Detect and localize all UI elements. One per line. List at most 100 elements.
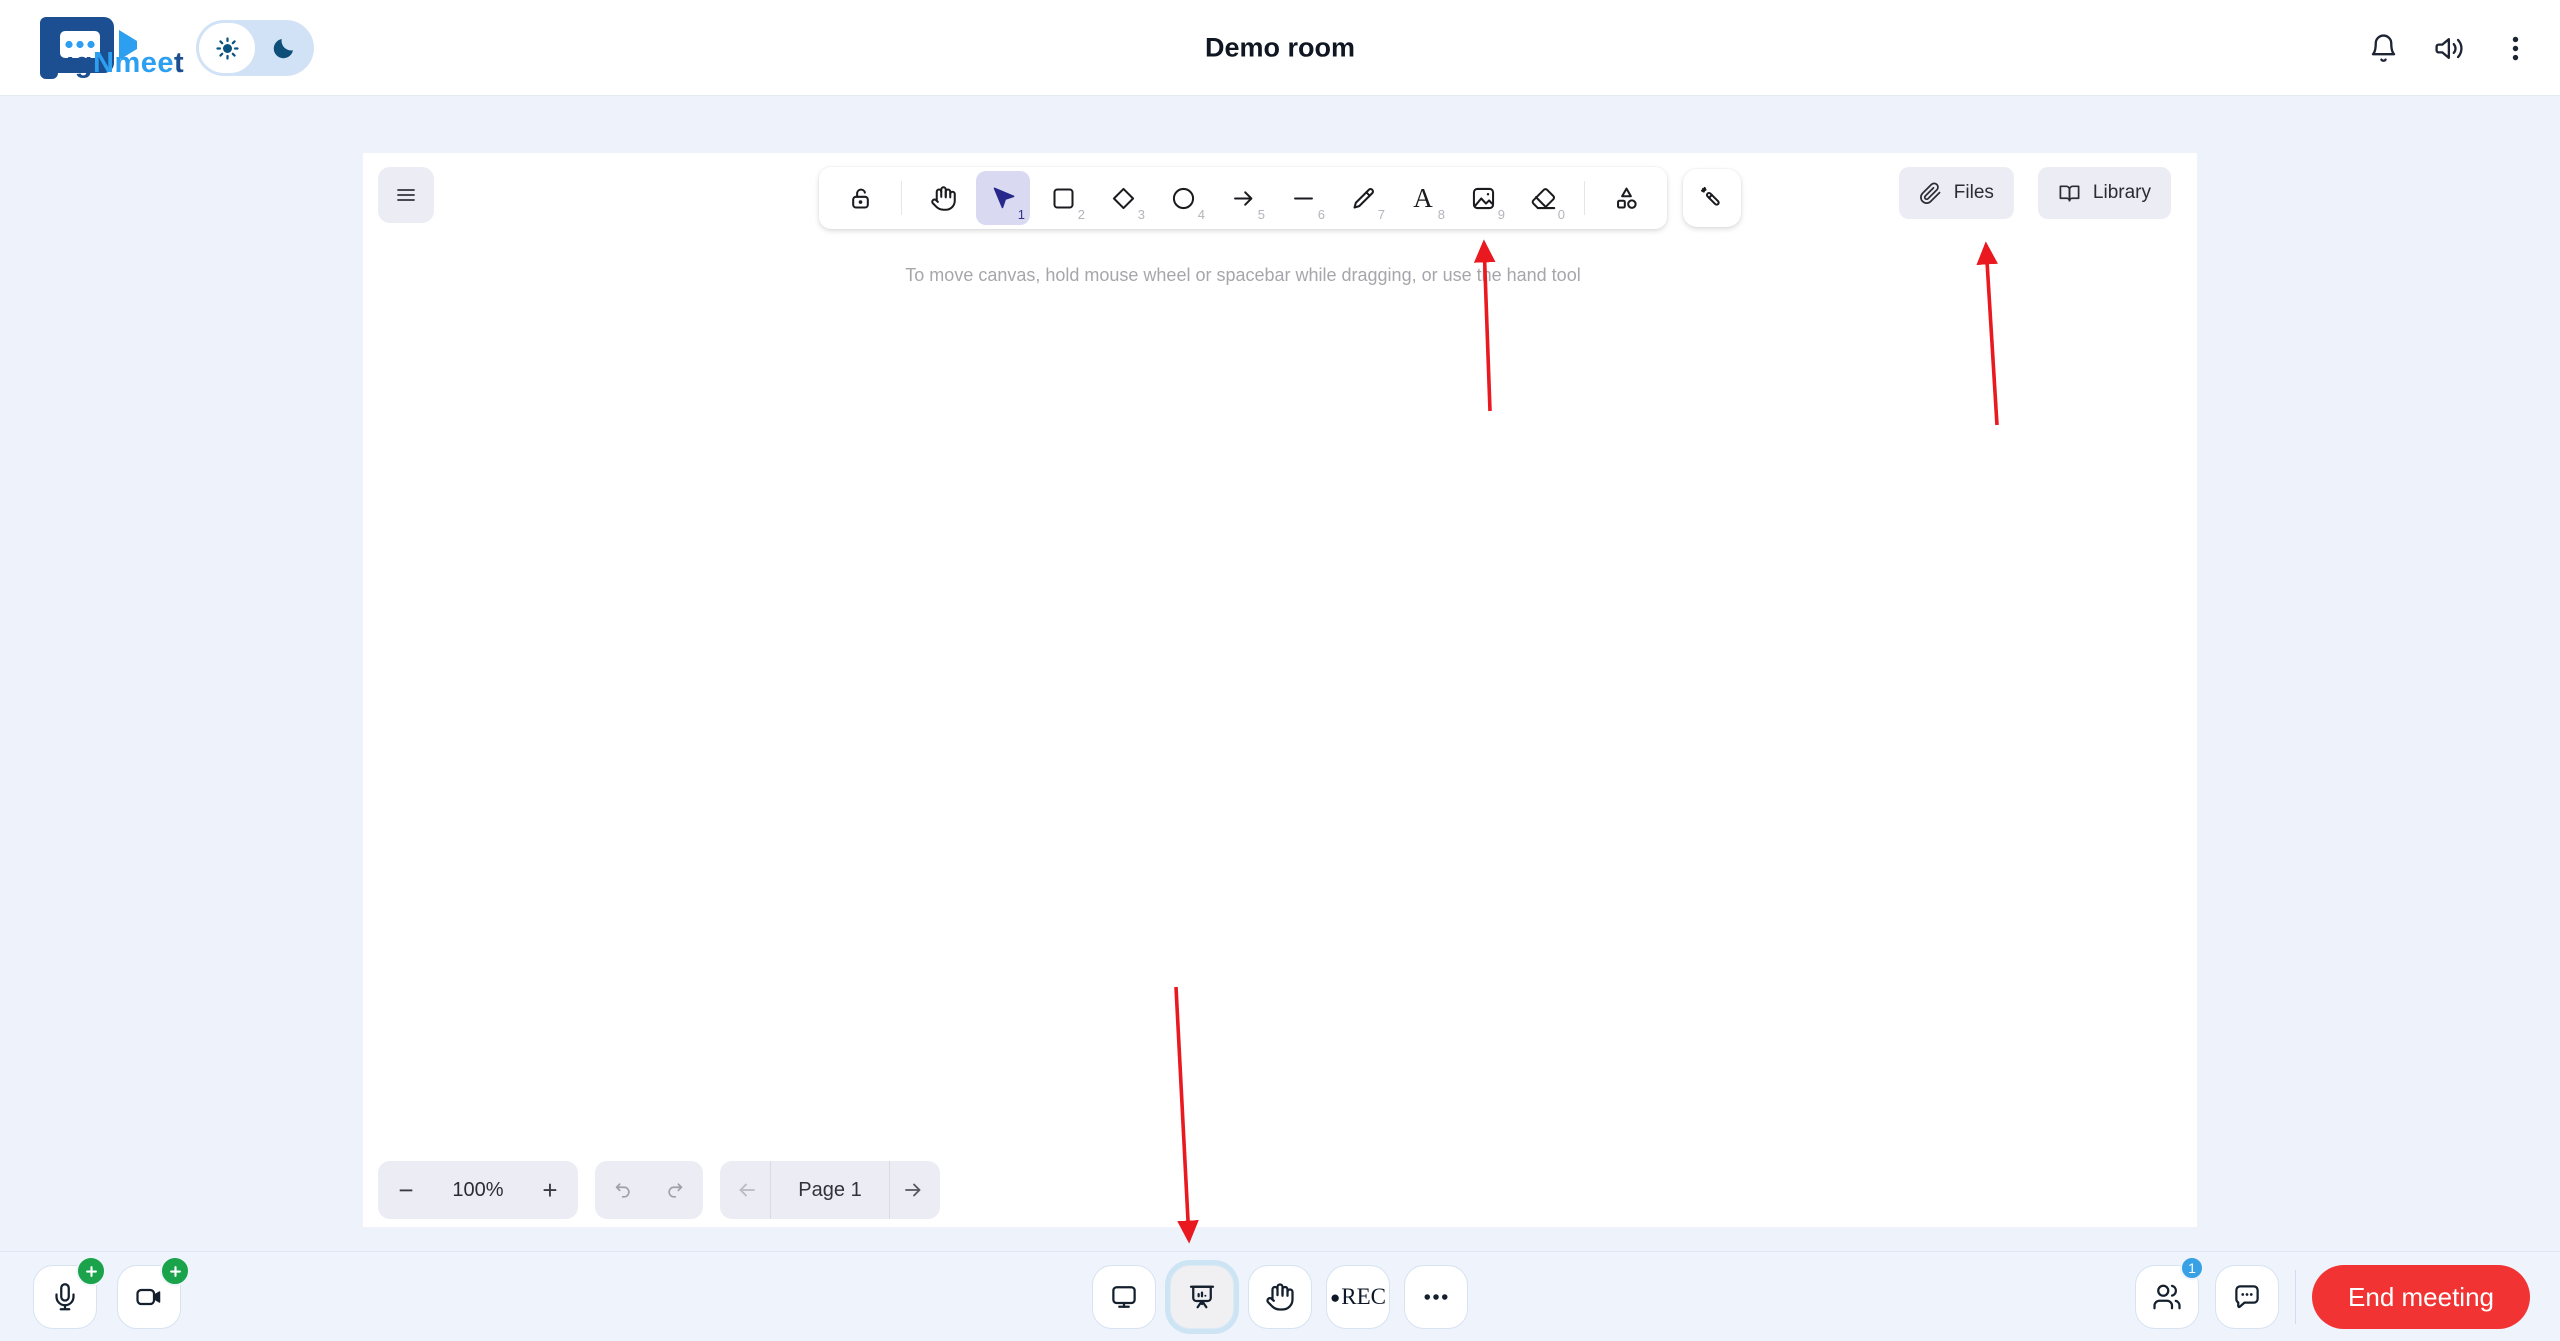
tool-shortcut-label: 6 bbox=[1317, 207, 1325, 222]
diamond-icon bbox=[1112, 187, 1134, 209]
drawing-toolbar: 1 2 3 4 5 6 7 A 8 9 0 bbox=[819, 167, 1667, 229]
recording-button[interactable]: ● REC bbox=[1326, 1265, 1390, 1329]
app-logo: lugNmeet bbox=[26, 15, 196, 81]
tool-shortcut-label: 9 bbox=[1497, 207, 1505, 222]
brand-name: lugNmeet bbox=[48, 47, 184, 80]
more-options-button[interactable] bbox=[2494, 27, 2536, 69]
tool-arrow[interactable]: 5 bbox=[1216, 171, 1270, 225]
whiteboard-button[interactable] bbox=[1170, 1265, 1234, 1329]
raised-hand-icon bbox=[1266, 1283, 1294, 1311]
participants-count-badge: 1 bbox=[2180, 1256, 2205, 1280]
history-controls bbox=[595, 1161, 703, 1219]
dark-theme-option[interactable] bbox=[255, 23, 311, 73]
undo-icon bbox=[615, 1183, 630, 1198]
tool-lock[interactable] bbox=[833, 171, 887, 225]
whiteboard-icon bbox=[1189, 1285, 1215, 1309]
cursor-icon bbox=[993, 187, 1014, 208]
chat-icon bbox=[2235, 1285, 2259, 1309]
camera-button[interactable] bbox=[117, 1256, 190, 1329]
theme-toggle[interactable] bbox=[196, 20, 314, 76]
files-button[interactable]: Files bbox=[1898, 167, 2014, 219]
ellipse-icon bbox=[1172, 187, 1194, 209]
laser-pointer-button[interactable] bbox=[1683, 169, 1741, 227]
zoom-controls: − 100% + bbox=[378, 1161, 578, 1219]
canvas-hint-text: To move canvas, hold mouse wheel or spac… bbox=[905, 265, 1581, 285]
tool-shortcut-label: 1 bbox=[1017, 207, 1025, 222]
ellipsis-icon bbox=[1424, 1294, 1448, 1300]
board-actions: Files Library bbox=[1898, 167, 2171, 219]
tool-shortcut-label: 0 bbox=[1557, 207, 1565, 222]
microphone-button[interactable] bbox=[33, 1256, 106, 1329]
tool-rectangle[interactable]: 2 bbox=[1036, 171, 1090, 225]
text-tool-icon: A bbox=[1413, 182, 1433, 213]
library-label: Library bbox=[2092, 182, 2151, 203]
arrow-right-icon bbox=[905, 1183, 921, 1197]
media-controls bbox=[33, 1256, 190, 1329]
next-page-button[interactable] bbox=[890, 1161, 936, 1219]
kebab-menu-icon bbox=[2512, 36, 2518, 60]
tool-draw[interactable]: 7 bbox=[1336, 171, 1390, 225]
page-indicator: Page 1 bbox=[798, 1178, 862, 1201]
redo-icon bbox=[668, 1183, 683, 1198]
plugnmeet-app: lugNmeet Demo room 1 2 3 4 5 6 7 A 8 9 0… bbox=[0, 0, 2560, 1341]
header-actions bbox=[2362, 0, 2536, 96]
eraser-icon bbox=[1531, 187, 1555, 209]
hand-icon bbox=[930, 185, 956, 211]
laser-pointer-icon bbox=[1700, 186, 1720, 206]
whiteboard-canvas[interactable]: 1 2 3 4 5 6 7 A 8 9 0 Files Library To m… bbox=[363, 153, 2197, 1227]
more-controls-button[interactable] bbox=[1404, 1265, 1468, 1329]
tool-shortcut-label: 2 bbox=[1077, 207, 1085, 222]
add-camera-badge[interactable] bbox=[160, 1256, 190, 1286]
library-button[interactable]: Library bbox=[2037, 167, 2171, 219]
plus-icon bbox=[169, 1265, 181, 1277]
microphone-icon bbox=[55, 1283, 75, 1311]
sun-icon bbox=[215, 36, 239, 60]
toolbar-divider bbox=[1584, 181, 1585, 215]
tool-hand[interactable] bbox=[916, 171, 970, 225]
participants-icon bbox=[2153, 1284, 2181, 1310]
tool-line[interactable]: 6 bbox=[1276, 171, 1330, 225]
undo-button[interactable] bbox=[597, 1161, 649, 1219]
footer-divider bbox=[2295, 1270, 2297, 1324]
redo-button[interactable] bbox=[649, 1161, 701, 1219]
tool-image[interactable]: 9 bbox=[1456, 171, 1510, 225]
tool-text[interactable]: A 8 bbox=[1396, 171, 1450, 225]
arrow-left-icon bbox=[739, 1183, 755, 1197]
rectangle-icon bbox=[1052, 187, 1074, 209]
previous-page-button[interactable] bbox=[724, 1161, 770, 1219]
zoom-out-button[interactable]: − bbox=[382, 1161, 430, 1219]
tool-diamond[interactable]: 3 bbox=[1096, 171, 1150, 225]
tool-more-shapes[interactable] bbox=[1599, 171, 1653, 225]
notifications-button[interactable] bbox=[2362, 27, 2404, 69]
page-navigation: Page 1 bbox=[720, 1161, 940, 1219]
tool-shortcut-label: 7 bbox=[1377, 207, 1385, 222]
zoom-level[interactable]: 100% bbox=[430, 1179, 526, 1202]
participants-button[interactable]: 1 bbox=[2135, 1256, 2205, 1329]
brand-seg: lug bbox=[48, 47, 93, 79]
tool-shortcut-label: 3 bbox=[1137, 207, 1145, 222]
raise-hand-button[interactable] bbox=[1248, 1265, 1312, 1329]
tool-selection[interactable]: 1 bbox=[976, 171, 1030, 225]
moon-icon bbox=[273, 38, 293, 58]
bell-icon bbox=[2371, 33, 2395, 62]
tool-shortcut-label: 4 bbox=[1197, 207, 1205, 222]
toolbar-divider bbox=[901, 181, 902, 215]
light-theme-option[interactable] bbox=[199, 23, 255, 73]
zoom-in-button[interactable]: + bbox=[526, 1161, 574, 1219]
camera-icon bbox=[136, 1288, 161, 1306]
pencil-icon bbox=[1352, 187, 1374, 209]
record-dot-icon: ● bbox=[1329, 1287, 1341, 1307]
speaker-button[interactable] bbox=[2428, 27, 2470, 69]
tool-ellipse[interactable]: 4 bbox=[1156, 171, 1210, 225]
volume-icon bbox=[2434, 37, 2463, 59]
tool-eraser[interactable]: 0 bbox=[1516, 171, 1570, 225]
chat-button[interactable] bbox=[2215, 1265, 2280, 1329]
brand-seg: Nmee bbox=[93, 47, 174, 79]
tool-shortcut-label: 5 bbox=[1257, 207, 1265, 222]
record-label: REC bbox=[1341, 1284, 1386, 1309]
screen-share-button[interactable] bbox=[1092, 1265, 1156, 1329]
book-icon bbox=[2059, 184, 2080, 202]
tool-shortcut-label: 8 bbox=[1437, 207, 1445, 222]
end-meeting-button[interactable]: End meeting bbox=[2312, 1265, 2530, 1329]
add-microphone-badge[interactable] bbox=[76, 1256, 106, 1286]
